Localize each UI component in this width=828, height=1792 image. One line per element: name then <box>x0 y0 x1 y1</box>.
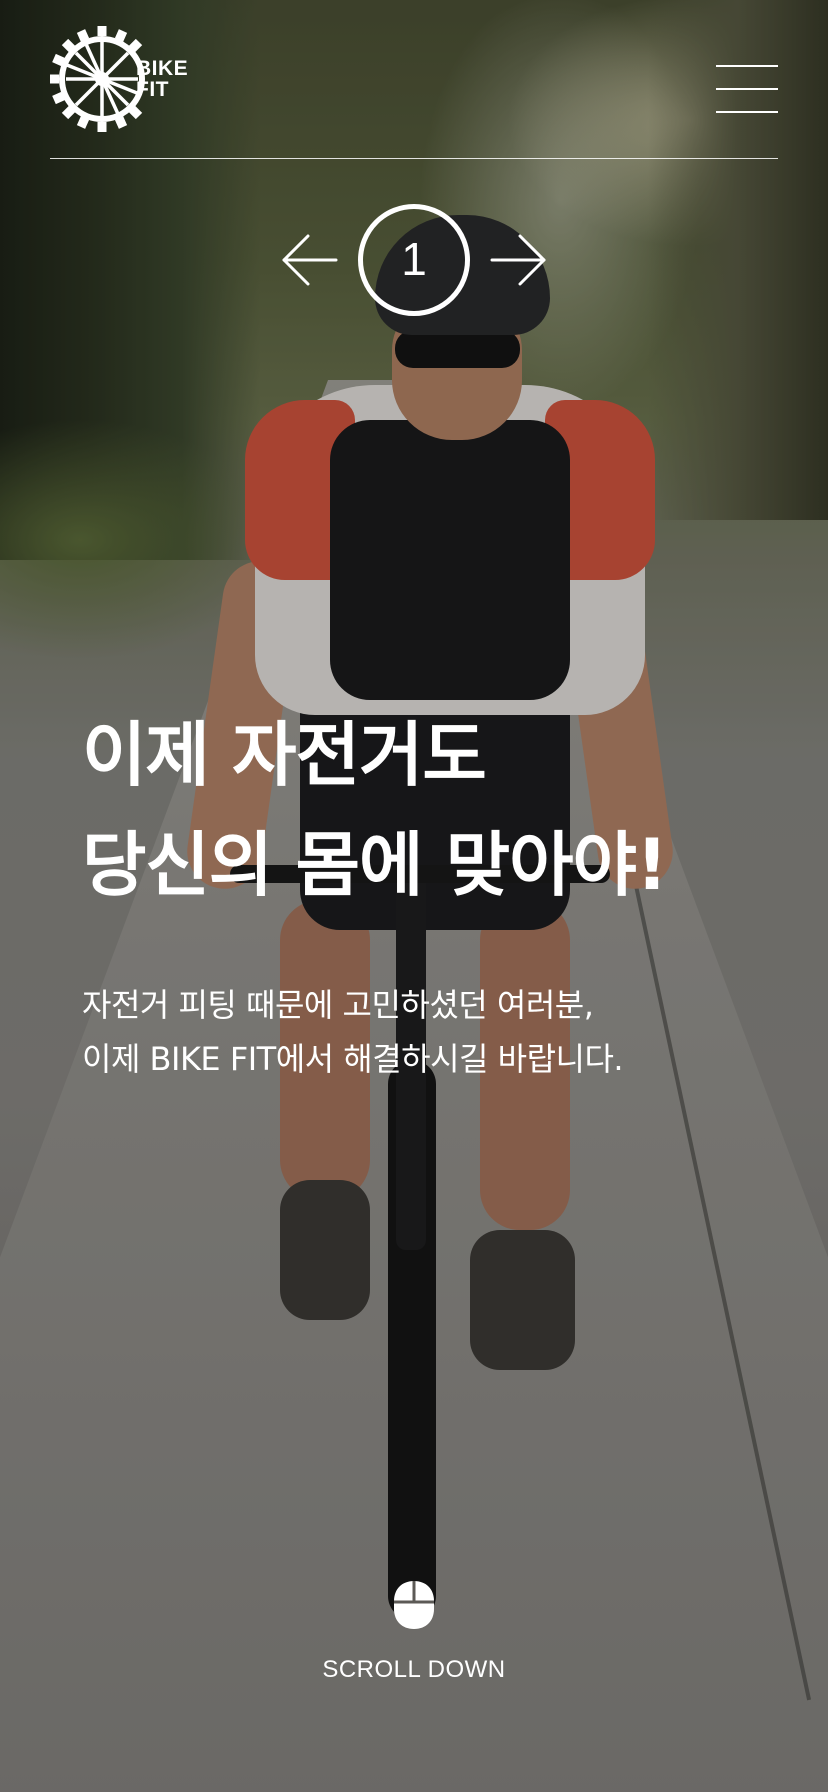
arrow-left-icon <box>282 234 338 286</box>
scroll-down-button[interactable]: SCROLL DOWN <box>314 1580 514 1700</box>
mouse-icon <box>394 1581 434 1629</box>
prev-slide-button[interactable] <box>278 230 340 290</box>
logo-text-fit: FIT <box>136 78 169 101</box>
current-slide-number: 1 <box>401 233 427 285</box>
scroll-down-label: SCROLL DOWN <box>322 1656 506 1683</box>
hero-title-line-2: 당신의 몸에 맞아야! <box>82 824 668 906</box>
hero-description: 자전거 피팅 때문에 고민하셨던 여러분, 이제 BIKE FIT에서 해결하시… <box>82 978 782 1086</box>
hero-copy: 이제 자전거도 당신의 몸에 맞아야! 자전거 피팅 때문에 고민하셨던 여러분… <box>82 700 782 1086</box>
slide-pager: 1 <box>270 200 558 322</box>
logo-text-bike: BIKE <box>136 57 189 80</box>
hero-description-line-1: 자전거 피팅 때문에 고민하셨던 여러분, <box>82 986 594 1024</box>
header-divider <box>50 158 778 159</box>
bike-fit-logo[interactable]: BIKE FIT <box>50 20 210 140</box>
hero-description-line-2: 이제 BIKE FIT에서 해결하시길 바랍니다. <box>82 1040 624 1078</box>
site-header: BIKE FIT <box>50 0 778 160</box>
next-slide-button[interactable] <box>488 230 550 290</box>
current-slide-badge: 1 <box>358 204 470 316</box>
arrow-right-icon <box>490 234 546 286</box>
logo-text: BIKE FIT <box>136 58 188 100</box>
hamburger-menu-button[interactable] <box>716 60 778 118</box>
hero-title-line-1: 이제 자전거도 <box>82 714 487 796</box>
hero-title: 이제 자전거도 당신의 몸에 맞아야! <box>82 700 782 920</box>
